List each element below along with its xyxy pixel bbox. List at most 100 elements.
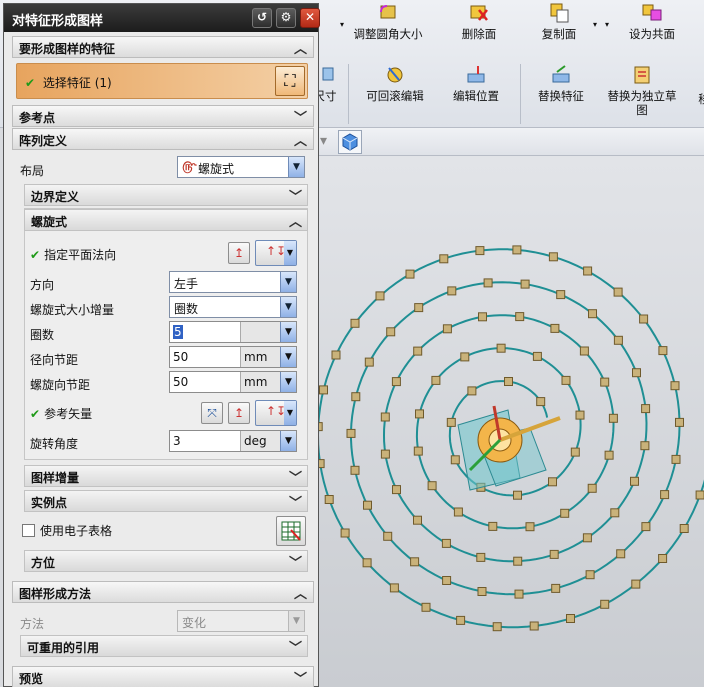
ribbon-independent-sketch-button[interactable]: 替换为独立草图 [602, 64, 682, 117]
layout-dropdown[interactable]: ௹ 螺旋式 ▼ [177, 156, 305, 178]
chevron-down-icon[interactable]: ▼ [280, 322, 296, 342]
subsection-orientation-header[interactable]: 方位 ﹀ [24, 550, 308, 572]
pattern-instance [319, 385, 328, 395]
pattern-instance [610, 508, 620, 518]
method-dropdown[interactable]: 变化 ▼ [177, 610, 305, 632]
ribbon-delete-face-button[interactable]: 删除面 [455, 2, 503, 41]
replace-feature-icon [552, 65, 570, 83]
dropdown-arrow-icon[interactable]: ▾ [340, 20, 344, 29]
view-cube-button[interactable] [338, 130, 362, 154]
section-array-definition-header[interactable]: 阵列定义 ︿ [12, 128, 314, 150]
spreadsheet-button[interactable] [276, 516, 306, 546]
select-feature-button[interactable]: ⛶ [275, 66, 305, 96]
ribbon-copy-face-button[interactable]: 复制面 ▾ [535, 2, 597, 41]
inferred-vector-button[interactable]: ↥ [228, 242, 250, 264]
pattern-instance [670, 381, 680, 391]
chevron-up-icon[interactable]: ︿ [289, 211, 302, 230]
ribbon-move-button[interactable]: 移 [694, 92, 704, 106]
subsection-reusable-ref-header[interactable]: 可重用的引用 ﹀ [20, 635, 308, 657]
chevron-down-icon[interactable]: ▼ [280, 372, 296, 392]
chevron-down-icon[interactable]: ▼ [288, 157, 304, 177]
gear-icon[interactable]: ⚙ [276, 8, 296, 28]
subsection-instance-point-header[interactable]: 实例点 ﹀ [24, 490, 308, 512]
size-increment-dropdown[interactable]: 圈数 ▼ [169, 296, 297, 318]
seed-feature [457, 405, 561, 491]
subsection-boundary-header[interactable]: 边界定义 ﹀ [24, 184, 308, 206]
chevron-down-icon[interactable]: ﹀ [289, 552, 302, 571]
chevron-down-icon[interactable]: ﹀ [289, 467, 302, 486]
select-feature-row[interactable]: ✔ 选择特征 (1) ⛶ [16, 63, 308, 99]
section-method-header[interactable]: 图样形成方法 ︿ [12, 581, 314, 603]
dialog-titlebar[interactable]: 对特征形成图样 ↺ ⚙ ✕ [4, 4, 320, 32]
pattern-instance [604, 450, 614, 460]
pattern-instance [350, 465, 360, 475]
pattern-instance [575, 410, 585, 420]
rotation-input[interactable]: 3 deg ▼ [169, 430, 297, 452]
feature-cube-icon: ⛶ [284, 71, 296, 90]
pattern-instance [613, 287, 623, 297]
reset-icon[interactable]: ↺ [252, 8, 272, 28]
vector-type-dropdown[interactable]: ↑↧ ▼ [255, 400, 297, 426]
pattern-instance [660, 490, 670, 500]
chevron-down-icon[interactable]: ﹀ [289, 186, 302, 205]
dropdown-arrow-icon[interactable]: ▾ [593, 20, 597, 29]
pattern-instance [413, 446, 423, 456]
section-features-header[interactable]: 要形成图样的特征 ︿ [12, 36, 314, 58]
radial-pitch-input[interactable]: 50 mm ▼ [169, 346, 297, 368]
pattern-instance [476, 552, 486, 562]
chevron-down-icon[interactable]: ▼ [280, 431, 296, 451]
use-spreadsheet-checkbox[interactable] [22, 524, 35, 537]
close-icon[interactable]: ✕ [300, 8, 320, 28]
chevron-down-icon[interactable]: ﹀ [294, 107, 307, 126]
pattern-instance [515, 312, 525, 322]
subsection-spiral-header[interactable]: 螺旋式 ︿ [24, 209, 308, 231]
pattern-instance [556, 290, 566, 300]
pattern-instance [549, 549, 559, 559]
pattern-instance [548, 252, 558, 262]
chevron-down-icon[interactable]: ﹀ [294, 668, 307, 687]
pattern-instance [671, 454, 681, 464]
pattern-instance [600, 599, 610, 609]
chevron-down-icon[interactable]: ▼ [280, 297, 296, 317]
chevron-down-icon[interactable]: ﹀ [289, 637, 302, 656]
pattern-instance [392, 485, 401, 495]
ribbon-edit-position-button[interactable]: 编辑位置 [448, 64, 504, 103]
section-reference-point-header[interactable]: 参考点 ﹀ [12, 105, 314, 127]
checkmark-icon: ✔ [30, 407, 41, 421]
ribbon-coplanar-button[interactable]: 设为共面 [622, 2, 682, 41]
dropdown-arrow-icon[interactable]: ▾ [605, 20, 609, 29]
pattern-instance [536, 397, 546, 407]
ribbon-rollback-edit-button[interactable]: 可回滚编辑 [362, 64, 428, 103]
pattern-instance [550, 323, 560, 333]
turns-input[interactable]: 5 ▼ [169, 321, 297, 343]
pattern-instance [324, 495, 334, 504]
inferred-vector-button[interactable]: ↥ [228, 402, 250, 424]
section-preview-header[interactable]: 预览 ﹀ [12, 666, 314, 687]
pattern-instance [585, 570, 595, 580]
chevron-down-icon[interactable]: ﹀ [289, 492, 302, 511]
chevron-up-icon[interactable]: ︿ [294, 583, 307, 602]
pattern-instance [513, 556, 523, 566]
graphics-window[interactable] [300, 156, 704, 687]
chevron-down-icon[interactable]: ▼ [288, 611, 304, 631]
layout-label: 布局 [20, 164, 45, 178]
pattern-instance [695, 490, 704, 500]
direction-dropdown[interactable]: 左手 ▼ [169, 271, 297, 293]
plane-normal-label: ✔ 指定平面法向 [30, 248, 117, 262]
ribbon-round-corner-button[interactable]: 调整圆角大小 [350, 2, 426, 41]
pattern-instance [616, 549, 626, 559]
chevron-up-icon[interactable]: ︿ [294, 38, 307, 57]
spiral-pitch-input[interactable]: 50 mm ▼ [169, 371, 297, 393]
rollback-edit-icon [387, 67, 403, 83]
subsection-pattern-increment-header[interactable]: 图样增量 ﹀ [24, 465, 308, 487]
ribbon-replace-feature-button[interactable]: 替换特征 [535, 64, 587, 103]
chevron-down-icon[interactable]: ▼ [280, 272, 296, 292]
chevron-down-icon[interactable]: ▼ [280, 347, 296, 367]
reverse-direction-button[interactable]: ⤧ [201, 402, 223, 424]
chevron-up-icon[interactable]: ︿ [294, 130, 307, 149]
vector-type-dropdown[interactable]: ↑↧ ▼ [255, 240, 297, 266]
chevron-down-icon[interactable]: ▼ [284, 401, 296, 425]
filter-icon[interactable]: ▾ [320, 133, 327, 149]
chevron-down-icon[interactable]: ▼ [284, 241, 296, 265]
pattern-instance [467, 386, 477, 396]
